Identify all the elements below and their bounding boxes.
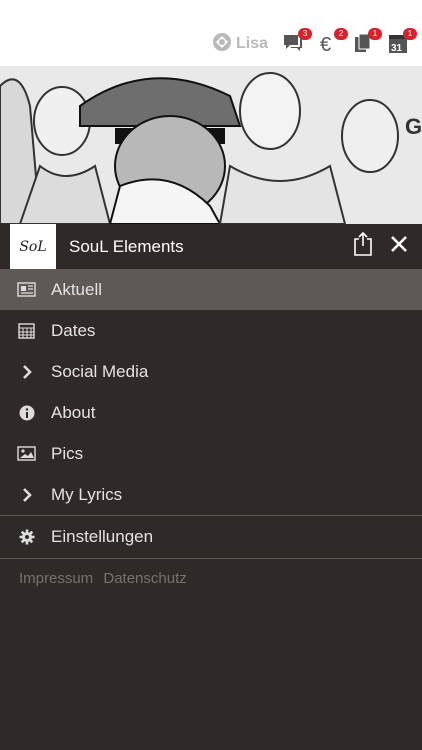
svg-text:G: G: [405, 114, 422, 139]
menu-item-social-media[interactable]: Social Media: [0, 351, 422, 392]
chevron-right-icon: [17, 362, 36, 381]
share-button[interactable]: [350, 231, 376, 262]
calendar-button[interactable]: 31 1: [387, 28, 417, 58]
menu-item-label: Dates: [51, 320, 96, 340]
menu-item-label: Einstellungen: [51, 527, 154, 546]
username: Lisa: [236, 35, 269, 52]
user-profile[interactable]: Lisa: [212, 32, 268, 56]
datenschutz-link[interactable]: Datenschutz: [103, 570, 186, 587]
calendar-icon: 31: [387, 35, 409, 58]
impressum-link[interactable]: Impressum: [19, 570, 93, 587]
euro-icon: €: [318, 34, 340, 58]
info-icon: [17, 403, 36, 422]
menu-item-label: My Lyrics: [51, 484, 123, 504]
documents-icon: [352, 33, 374, 58]
messages-icon: [282, 35, 304, 58]
menu-item-pics[interactable]: Pics: [0, 433, 422, 474]
menu-item-my-lyrics[interactable]: My Lyrics: [0, 474, 422, 515]
side-menu: Aktuell Dates Social Media About Pics My…: [0, 269, 422, 559]
messages-button[interactable]: 3: [282, 28, 312, 58]
user-logo-icon: [212, 32, 232, 57]
footer-links: Impressum Datenschutz: [19, 570, 193, 587]
menu-item-label: Aktuell: [51, 279, 103, 299]
menu-item-label: About: [51, 402, 96, 422]
gear-icon: [17, 527, 36, 546]
payments-button[interactable]: € 2: [318, 28, 348, 58]
chevron-right-icon: [17, 485, 36, 504]
documents-badge: 1: [368, 28, 382, 40]
menu-item-label: Social Media: [51, 361, 149, 381]
close-icon: [389, 234, 409, 259]
share-icon: [352, 231, 374, 262]
menu-item-einstellungen[interactable]: Einstellungen: [0, 516, 422, 558]
svg-text:€: €: [320, 34, 331, 54]
app-title: SouL Elements: [69, 237, 184, 256]
newspaper-icon: [17, 280, 36, 299]
close-button[interactable]: [386, 233, 412, 259]
documents-button[interactable]: 1: [352, 28, 382, 58]
status-bar: Lisa 3 € 2 1 31 1: [0, 0, 422, 66]
image-icon: [17, 444, 36, 463]
calendar-badge: 1: [403, 28, 417, 40]
menu-item-about[interactable]: About: [0, 392, 422, 433]
menu-item-label: Pics: [51, 443, 84, 463]
svg-text:31: 31: [391, 43, 403, 54]
banner-image: G: [0, 66, 422, 224]
app-header: SoL SouL Elements: [0, 224, 422, 269]
messages-badge: 3: [298, 28, 312, 40]
calendar-grid-icon: [17, 321, 36, 340]
payments-badge: 2: [334, 28, 348, 40]
menu-item-aktuell[interactable]: Aktuell: [0, 269, 422, 310]
app-logo: SoL: [10, 224, 56, 269]
menu-item-dates[interactable]: Dates: [0, 310, 422, 351]
divider: [0, 558, 422, 559]
